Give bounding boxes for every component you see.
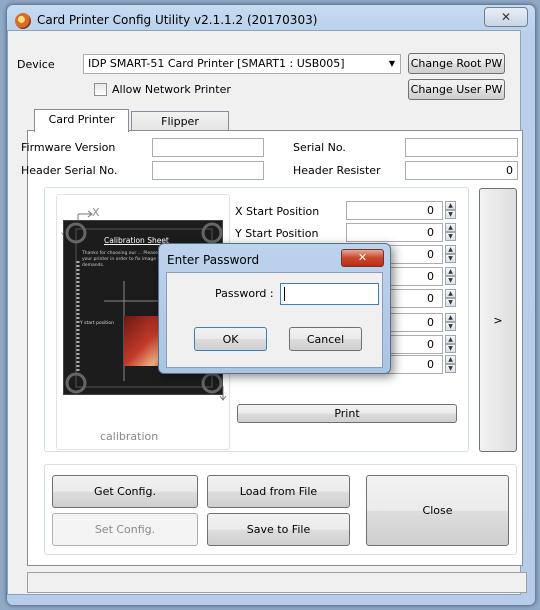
tab-flipper[interactable]: Flipper [131,111,229,132]
serial-field[interactable] [405,138,518,157]
card-printer-app-icon [15,13,31,29]
ok-button[interactable]: OK [194,327,267,351]
text-caret [284,287,285,301]
device-select[interactable]: IDP SMART-51 Card Printer [SMART1 : USB0… [83,54,401,74]
position-7-spinner[interactable]: ▲ ▼ [445,335,456,354]
y-start-value[interactable]: 0 [346,223,443,242]
get-config-button[interactable]: Get Config. [52,475,198,508]
header-serial-label: Header Serial No. [21,164,118,177]
close-button[interactable]: Close [366,475,509,546]
x-start-label: X Start Position [235,205,320,218]
status-bar [27,572,527,593]
firmware-label: Firmware Version [21,141,116,154]
password-label: Password : [215,287,274,300]
dialog-close-icon[interactable]: ✕ [341,249,384,267]
header-resister-label: Header Resister [293,164,381,177]
position-3-spinner[interactable]: ▲ ▼ [445,245,456,264]
load-from-file-button[interactable]: Load from File [207,475,350,508]
serial-label: Serial No. [293,141,346,154]
print-button[interactable]: Print [237,404,457,423]
change-root-pw-button[interactable]: Change Root PW [408,53,505,74]
header-serial-field[interactable] [152,161,264,180]
password-input[interactable] [280,283,379,305]
axis-x-label: X [92,206,100,219]
save-to-file-button[interactable]: Save to File [207,513,350,546]
header-resister-field[interactable]: 0 [405,161,518,180]
calibration-caption: calibration [100,430,159,443]
cancel-button[interactable]: Cancel [289,327,362,351]
window-close-icon[interactable]: ✕ [484,7,528,27]
position-5-spinner[interactable]: ▲ ▼ [445,289,456,308]
position-6-spinner[interactable]: ▲ ▼ [445,313,456,332]
device-label: Device [17,58,55,71]
next-panel-button[interactable]: > [479,188,517,452]
x-start-spinner[interactable]: ▲ ▼ [445,201,456,220]
window-title: Card Printer Config Utility v2.1.1.2 (20… [37,13,318,27]
set-config-button[interactable]: Set Config. [52,513,198,546]
position-8-spinner[interactable]: ▲ ▼ [445,355,456,374]
y-start-spinner[interactable]: ▲ ▼ [445,223,456,242]
y-start-label: Y Start Position [235,227,319,240]
dialog-title: Enter Password [167,253,260,267]
dialog-body: Password : OK Cancel [166,272,383,368]
x-start-value[interactable]: 0 [346,201,443,220]
chevron-down-icon: ▼ [388,59,395,68]
device-select-value: IDP SMART-51 Card Printer [SMART1 : USB0… [88,57,345,70]
firmware-field[interactable] [152,138,264,157]
allow-network-checkbox[interactable] [94,83,107,96]
tab-card-printer[interactable]: Card Printer [34,109,129,132]
y-start-tag: Y start position [80,321,114,326]
enter-password-dialog: Enter Password ✕ Password : OK Cancel [158,243,391,374]
change-user-pw-button[interactable]: Change User PW [408,79,505,100]
allow-network-label: Allow Network Printer [112,83,231,96]
position-4-spinner[interactable]: ▲ ▼ [445,267,456,286]
